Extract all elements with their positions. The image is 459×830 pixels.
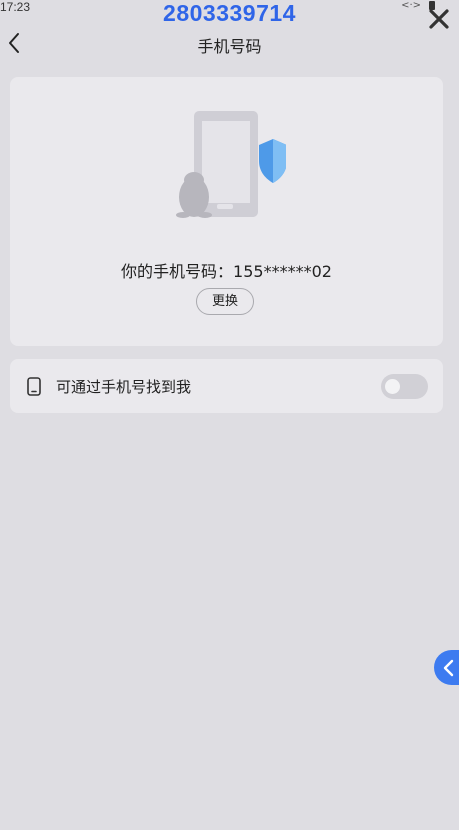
overlay-id-text: 2803339714: [163, 0, 296, 26]
phone-shield-illustration-icon: [176, 109, 287, 221]
side-drawer-tab[interactable]: [434, 650, 459, 685]
phone-number-label: 你的手机号码：: [121, 262, 234, 281]
phone-number-text: 你的手机号码：155******02: [10, 258, 443, 282]
page-title: 手机号码: [197, 37, 262, 56]
side-drawer-chevron-icon: [443, 659, 454, 677]
phone-number-value: 155******02: [233, 262, 332, 281]
close-icon[interactable]: [427, 7, 451, 31]
toggle-knob: [385, 379, 400, 394]
change-button[interactable]: 更换: [196, 288, 254, 315]
mobile-phone-icon: [27, 377, 41, 396]
find-by-phone-toggle[interactable]: [381, 374, 428, 399]
phone-number-card: 你的手机号码：155******02 更换: [10, 77, 443, 346]
find-by-phone-label: 可通过手机号找到我: [56, 378, 192, 396]
find-by-phone-row: 可通过手机号找到我: [10, 359, 443, 413]
